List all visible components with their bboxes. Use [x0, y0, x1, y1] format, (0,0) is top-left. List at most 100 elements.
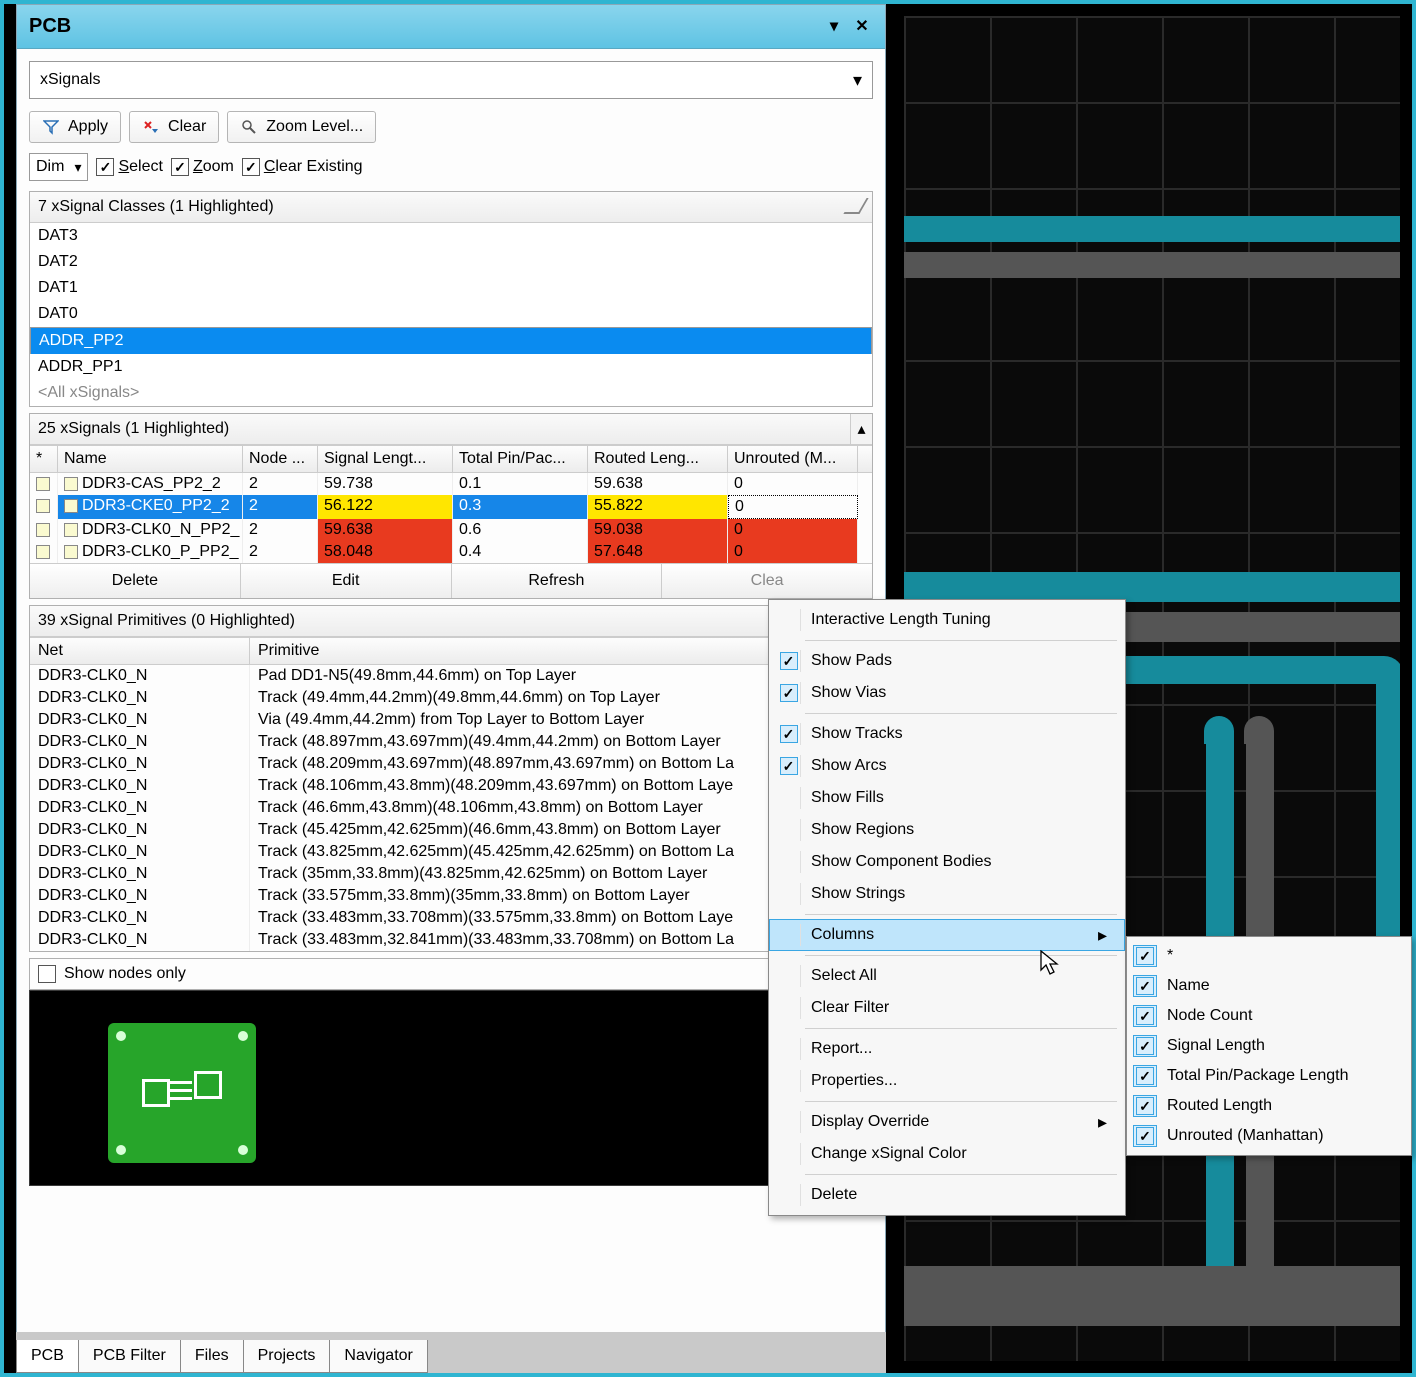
menu-item[interactable]: ✓Show Vias [769, 677, 1125, 709]
delete-button[interactable]: Delete [30, 564, 241, 598]
menu-item[interactable]: Columns▸ [769, 919, 1125, 951]
select-checkbox[interactable]: ✓SSelectelect [96, 158, 162, 176]
table-row[interactable]: DDR3-CLK0_NTrack (33.483mm,32.841mm)(33.… [30, 929, 872, 951]
list-item[interactable]: ADDR_PP2 [30, 327, 872, 354]
table-row[interactable]: DDR3-CLK0_NTrack (48.897mm,43.697mm)(49.… [30, 731, 872, 753]
filter-combo[interactable]: xSignals ▾ [29, 61, 873, 99]
table-row[interactable]: DDR3-CLK0_NTrack (35mm,33.8mm)(43.825mm,… [30, 863, 872, 885]
menu-item[interactable]: ✓Total Pin/Package Length [1127, 1061, 1411, 1091]
menu-item[interactable]: ✓Name [1127, 971, 1411, 1001]
component-preview-icon [108, 1023, 256, 1163]
table-row[interactable]: DDR3-CLK0_NTrack (46.6mm,43.8mm)(48.106m… [30, 797, 872, 819]
menu-item[interactable]: Show Strings [769, 878, 1125, 910]
table-row[interactable]: DDR3-CAS_PP2_2259.7380.159.6380 [30, 473, 872, 495]
signals-header[interactable]: 25 xSignals (1 Highlighted) [30, 414, 872, 445]
primitives-col-header[interactable]: NetPrimitive [30, 637, 872, 665]
table-row[interactable]: DDR3-CLK0_NTrack (33.575mm,33.8mm)(35mm,… [30, 885, 872, 907]
apply-button[interactable]: Apply [29, 111, 121, 143]
col-header[interactable]: Signal Lengt... [318, 446, 453, 472]
app-root: // drawn below with DOM PCB ▾ ✕ xSignals… [0, 0, 1416, 1377]
table-row[interactable]: DDR3-CLK0_NVia (49.4mm,44.2mm) from Top … [30, 709, 872, 731]
menu-item[interactable]: Report... [769, 1033, 1125, 1065]
signal-buttons: Delete Edit Refresh Clea [30, 563, 872, 598]
table-row[interactable]: DDR3-CLK0_P_PP2_258.0480.457.6480 [30, 541, 872, 563]
col-header[interactable]: Unrouted (M... [728, 446, 858, 472]
primitives-section: 39 xSignal Primitives (0 Highlighted) Ne… [29, 605, 873, 952]
table-row[interactable]: DDR3-CLK0_N_PP2_259.6380.659.0380 [30, 519, 872, 541]
classes-header[interactable]: 7 xSignal Classes (1 Highlighted) [30, 192, 872, 223]
columns-submenu[interactable]: ✓*✓Name✓Node Count✓Signal Length✓Total P… [1126, 936, 1412, 1156]
col-header[interactable]: Routed Leng... [588, 446, 728, 472]
signals-section: 25 xSignals (1 Highlighted) ▴ *NameNode … [29, 413, 873, 599]
menu-item[interactable]: Delete [769, 1179, 1125, 1211]
minimize-icon[interactable]: ▾ [823, 16, 845, 38]
clear-filter-button[interactable]: Clea [662, 564, 872, 598]
table-row[interactable]: DDR3-CLK0_NTrack (48.209mm,43.697mm)(48.… [30, 753, 872, 775]
refresh-button[interactable]: Refresh [452, 564, 663, 598]
tab[interactable]: Projects [243, 1340, 331, 1373]
context-menu[interactable]: Interactive Length Tuning✓Show Pads✓Show… [768, 599, 1126, 1216]
clear-button[interactable]: Clear [129, 111, 219, 143]
table-row[interactable]: DDR3-CKE0_PP2_2256.1220.355.8220 [30, 495, 872, 519]
close-icon[interactable]: ✕ [851, 16, 873, 38]
zoom-button[interactable]: Zoom Level... [227, 111, 376, 143]
col-header[interactable]: Node ... [243, 446, 318, 472]
menu-item[interactable]: ✓Show Arcs [769, 750, 1125, 782]
menu-item[interactable]: ✓Routed Length [1127, 1091, 1411, 1121]
menu-item[interactable]: Clear Filter [769, 992, 1125, 1024]
signals-col-header[interactable]: *NameNode ...Signal Lengt...Total Pin/Pa… [30, 445, 872, 473]
col-header[interactable]: Name [58, 446, 243, 472]
list-item[interactable]: DAT1 [30, 275, 872, 301]
col-header[interactable]: Net [30, 638, 250, 664]
bottom-tabs[interactable]: PCBPCB FilterFilesProjectsNavigator [16, 1332, 886, 1373]
highlight-mode-select[interactable]: Dim ▾ [29, 153, 88, 181]
menu-item[interactable]: Show Regions [769, 814, 1125, 846]
list-item[interactable]: DAT2 [30, 249, 872, 275]
menu-item[interactable]: ✓Node Count [1127, 1001, 1411, 1031]
list-item[interactable]: ADDR_PP1 [30, 354, 872, 380]
clear-existing-checkbox[interactable]: ✓Clear Existing [242, 158, 363, 176]
preview-pane [29, 990, 873, 1186]
menu-item[interactable]: Display Override▸ [769, 1106, 1125, 1138]
list-item[interactable]: <All xSignals> [30, 380, 872, 406]
menu-item[interactable]: Properties... [769, 1065, 1125, 1097]
chevron-right-icon: ▸ [1098, 925, 1107, 946]
col-header[interactable]: * [30, 446, 58, 472]
menu-item[interactable]: ✓Signal Length [1127, 1031, 1411, 1061]
tab[interactable]: PCB Filter [78, 1340, 181, 1373]
table-row[interactable]: DDR3-CLK0_NPad DD1-N5(49.8mm,44.6mm) on … [30, 665, 872, 687]
tab[interactable]: Files [180, 1340, 244, 1373]
menu-item[interactable]: ✓Show Pads [769, 645, 1125, 677]
pcb-panel: PCB ▾ ✕ xSignals ▾ Apply [16, 4, 886, 1336]
tab[interactable]: PCB [16, 1340, 79, 1373]
scroll-up-icon[interactable]: ▴ [850, 414, 872, 444]
menu-item[interactable]: Select All [769, 960, 1125, 992]
edit-button[interactable]: Edit [241, 564, 452, 598]
menu-item[interactable]: ✓* [1127, 941, 1411, 971]
panel-titlebar[interactable]: PCB ▾ ✕ [17, 5, 885, 49]
table-row[interactable]: DDR3-CLK0_NTrack (43.825mm,42.625mm)(45.… [30, 841, 872, 863]
show-nodes-checkbox[interactable] [38, 965, 56, 983]
menu-item[interactable]: ✓Unrouted (Manhattan) [1127, 1121, 1411, 1151]
menu-item[interactable]: Change xSignal Color [769, 1138, 1125, 1170]
tab[interactable]: Navigator [329, 1340, 427, 1373]
primitives-rows[interactable]: DDR3-CLK0_NPad DD1-N5(49.8mm,44.6mm) on … [30, 665, 872, 951]
menu-item[interactable]: Show Fills [769, 782, 1125, 814]
table-row[interactable]: DDR3-CLK0_NTrack (45.425mm,42.625mm)(46.… [30, 819, 872, 841]
menu-item[interactable]: Interactive Length Tuning [769, 604, 1125, 636]
menu-item[interactable]: ✓Show Tracks [769, 718, 1125, 750]
classes-list[interactable]: DAT3DAT2DAT1DAT0ADDR_PP2ADDR_PP1<All xSi… [30, 223, 872, 406]
col-header[interactable]: Total Pin/Pac... [453, 446, 588, 472]
show-nodes-row[interactable]: Show nodes only [29, 958, 873, 990]
signals-header-text: 25 xSignals (1 Highlighted) [38, 420, 229, 438]
primitives-header[interactable]: 39 xSignal Primitives (0 Highlighted) [30, 606, 872, 637]
signals-rows[interactable]: DDR3-CAS_PP2_2259.7380.159.6380DDR3-CKE0… [30, 473, 872, 563]
list-item[interactable]: DAT3 [30, 223, 872, 249]
menu-item[interactable]: Show Component Bodies [769, 846, 1125, 878]
table-row[interactable]: DDR3-CLK0_NTrack (33.483mm,33.708mm)(33.… [30, 907, 872, 929]
toolbar: Apply Clear Zoom Level... [29, 111, 873, 143]
table-row[interactable]: DDR3-CLK0_NTrack (49.4mm,44.2mm)(49.8mm,… [30, 687, 872, 709]
list-item[interactable]: DAT0 [30, 301, 872, 327]
zoom-checkbox[interactable]: ✓Zoom [171, 158, 234, 176]
table-row[interactable]: DDR3-CLK0_NTrack (48.106mm,43.8mm)(48.20… [30, 775, 872, 797]
